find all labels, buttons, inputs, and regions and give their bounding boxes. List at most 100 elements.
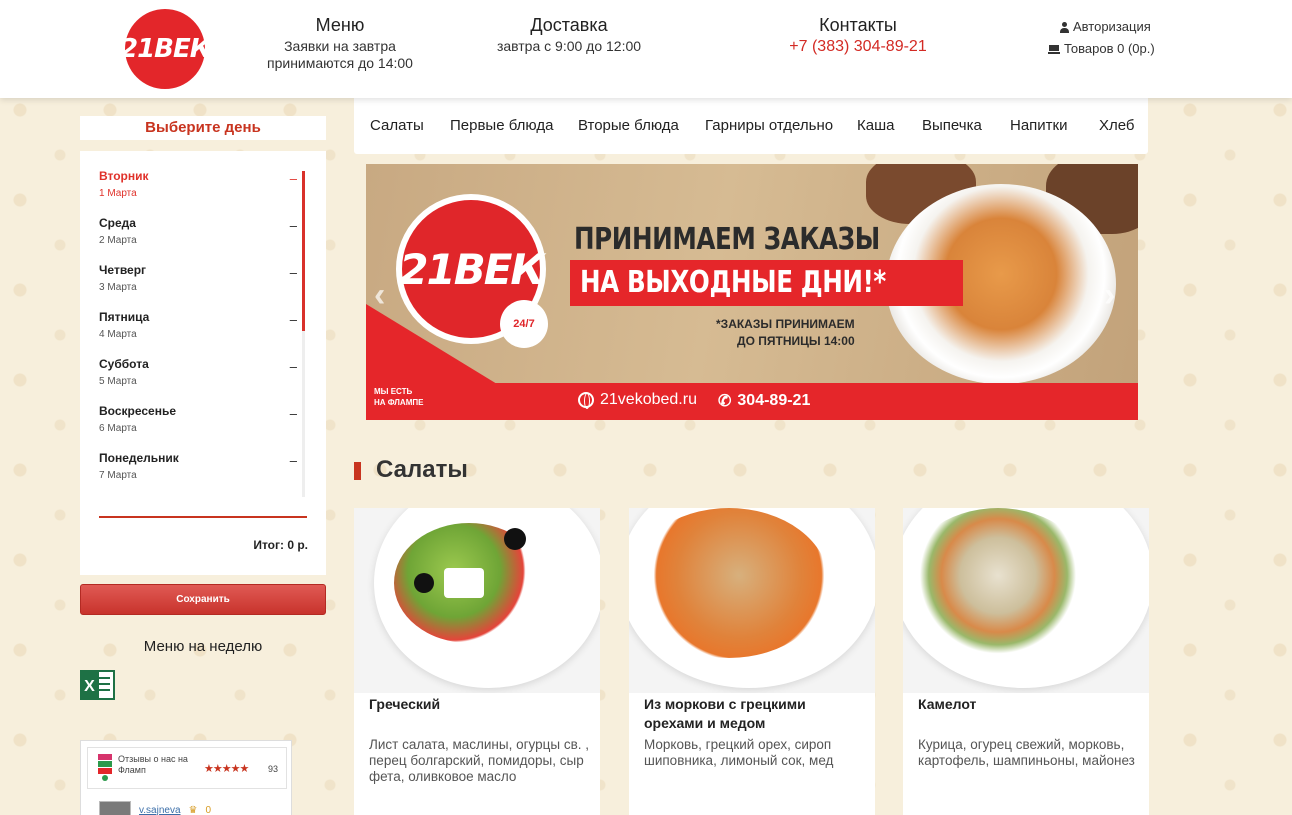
excel-icon[interactable]: X — [80, 668, 116, 702]
header-menu-sub-2: принимаются до 14:00 — [267, 55, 413, 71]
scrollbar-thumb[interactable] — [302, 171, 305, 331]
product-image[interactable] — [354, 508, 600, 693]
product-description: Морковь, грецкий орех, сироп шиповника, … — [644, 737, 834, 768]
collapse-toggle[interactable]: – — [290, 218, 297, 233]
section-title: Салаты — [354, 456, 468, 484]
auth-link[interactable]: Авторизация — [1048, 16, 1155, 38]
nav-item-sides[interactable]: Гарниры отдельно — [705, 117, 833, 134]
day-item-wednesday[interactable]: Среда 2 Марта – — [99, 216, 305, 263]
flamp-user-name[interactable]: v.sajneva — [139, 805, 181, 815]
day-name: Вторник — [99, 169, 149, 183]
product-image[interactable] — [903, 508, 1149, 693]
order-total: Итог: 0 р. — [253, 538, 308, 552]
day-name: Воскресенье — [99, 404, 177, 418]
nav-item-drinks[interactable]: Напитки — [1010, 117, 1068, 134]
banner-note: *ЗАКАЗЫ ПРИНИМАЕМ ДО ПЯТНИЦЫ 14:00 — [716, 316, 855, 350]
day-date: 1 Марта — [99, 188, 137, 199]
product-image[interactable] — [629, 508, 875, 693]
slider-next-arrow[interactable]: › — [1104, 276, 1115, 315]
promo-banner[interactable]: 21ВЕК 24/7 ПРИНИМАЕМ ЗАКАЗЫ НА ВЫХОДНЫЕ … — [366, 164, 1138, 420]
banner-site: 21vekobed.ru — [578, 391, 697, 409]
day-name: Понедельник — [99, 451, 179, 465]
product-name[interactable]: Камелот — [918, 695, 1138, 714]
banner-note-1: *ЗАКАЗЫ ПРИНИМАЕМ — [716, 317, 855, 331]
banner-247-badge: 24/7 — [500, 300, 548, 348]
banner-logo-text: 21ВЕК — [399, 244, 544, 294]
logo[interactable]: 21ВЕК — [120, 9, 211, 89]
flamp-title: Отзывы о нас на Фламп — [118, 754, 188, 775]
flamp-logo-icon — [98, 754, 112, 781]
product-card[interactable]: Греческий Лист салата, маслины, огурцы с… — [354, 508, 600, 815]
banner-note-2: ДО ПЯТНИЦЫ 14:00 — [737, 334, 855, 348]
nav-item-first-courses[interactable]: Первые блюда — [450, 117, 553, 134]
collapse-toggle[interactable]: – — [290, 359, 297, 374]
banner-flamp: МЫ ЕСТЬ НА ФЛАМПЕ — [374, 386, 423, 408]
week-menu-link[interactable]: Меню на неделю — [80, 638, 326, 655]
save-button[interactable]: Сохранить — [80, 584, 326, 615]
flamp-review-user[interactable]: v.sajneva ♛ 0 — [99, 801, 211, 815]
header-phone[interactable]: +7 (383) 304-89-21 — [748, 38, 968, 56]
day-item-friday[interactable]: Пятница 4 Марта – — [99, 310, 305, 357]
collapse-toggle[interactable]: – — [290, 265, 297, 280]
nav-item-porridge[interactable]: Каша — [857, 117, 894, 134]
product-name[interactable]: Греческий — [369, 695, 589, 714]
day-date: 5 Марта — [99, 376, 137, 387]
product-name[interactable]: Из моркови с грецкими орехами и медом — [644, 695, 864, 733]
day-item-saturday[interactable]: Суббота 5 Марта – — [99, 357, 305, 404]
day-item-monday[interactable]: Понедельник 7 Марта – — [99, 451, 305, 497]
banner-phone: ✆ 304-89-21 — [718, 391, 810, 411]
camelot-salad-image — [903, 508, 1093, 658]
product-card[interactable]: Камелот Курица, огурец свежий, морковь, … — [903, 508, 1149, 815]
header-contacts-title[interactable]: Контакты — [748, 15, 968, 36]
user-icon — [1060, 21, 1069, 33]
nav-item-second-courses[interactable]: Вторые блюда — [578, 117, 679, 134]
header-delivery: Доставка завтра с 9:00 до 12:00 — [479, 15, 659, 55]
flamp-widget[interactable]: Отзывы о нас на Фламп ★★★★★ 93 v.sajneva… — [80, 740, 292, 815]
collapse-toggle[interactable]: – — [290, 312, 297, 327]
day-date: 6 Марта — [99, 423, 137, 434]
site-header: 21ВЕК Меню Заявки на завтра принимаются … — [0, 0, 1292, 98]
collapse-toggle[interactable]: – — [290, 406, 297, 421]
nav-item-bread[interactable]: Хлеб — [1099, 117, 1135, 134]
cart-label: Товаров 0 (0р.) — [1064, 41, 1155, 56]
cart-link[interactable]: Товаров 0 (0р.) — [1048, 38, 1155, 60]
auth-label: Авторизация — [1073, 19, 1151, 34]
header-menu: Меню Заявки на завтра принимаются до 14:… — [250, 15, 430, 72]
day-item-tuesday[interactable]: Вторник 1 Марта – — [99, 169, 305, 216]
header-menu-sub-1: Заявки на завтра — [284, 38, 396, 54]
flamp-rating-box[interactable]: Отзывы о нас на Фламп ★★★★★ 93 — [87, 747, 287, 789]
nav-item-salads[interactable]: Салаты — [370, 117, 424, 134]
day-date: 2 Марта — [99, 235, 137, 246]
day-name: Четверг — [99, 263, 147, 277]
banner-phone-text: 304-89-21 — [737, 392, 811, 409]
day-date: 4 Марта — [99, 329, 137, 340]
collapse-toggle[interactable]: – — [290, 171, 297, 186]
flamp-count: 93 — [268, 764, 279, 774]
day-item-thursday[interactable]: Четверг 3 Марта – — [99, 263, 305, 310]
olive-image — [504, 528, 526, 550]
banner-subheading: НА ВЫХОДНЫЕ ДНИ!* — [570, 260, 964, 306]
flamp-stars: ★★★★★ — [204, 763, 249, 775]
logo-text: 21ВЕК — [120, 34, 211, 64]
banner-flamp-2: НА ФЛАМПЕ — [374, 398, 424, 407]
day-date: 3 Марта — [99, 282, 137, 293]
product-card[interactable]: Из моркови с грецкими орехами и медом Мо… — [629, 508, 875, 815]
globe-icon — [578, 392, 594, 409]
day-name: Пятница — [99, 310, 150, 324]
slider-prev-arrow[interactable]: ‹ — [374, 276, 385, 315]
nav-item-bakery[interactable]: Выпечка — [922, 117, 982, 134]
choose-day-heading: Выберите день — [80, 116, 326, 140]
product-description: Курица, огурец свежий, морковь, картофел… — [918, 737, 1135, 768]
day-item-sunday[interactable]: Воскресенье 6 Марта – — [99, 404, 305, 451]
banner-subheading-text: НА ВЫХОДНЫЕ ДНИ!* — [580, 265, 886, 300]
flamp-user-score: 0 — [205, 804, 212, 815]
day-date: 7 Марта — [99, 470, 137, 481]
olive-image — [414, 573, 434, 593]
banner-flamp-1: МЫ ЕСТЬ — [374, 387, 413, 396]
excel-letter: X — [84, 678, 95, 695]
collapse-toggle[interactable]: – — [290, 453, 297, 468]
day-list-scrollbar[interactable] — [302, 171, 305, 497]
header-menu-title[interactable]: Меню — [250, 15, 430, 36]
header-delivery-title[interactable]: Доставка — [479, 15, 659, 36]
avatar — [99, 801, 131, 815]
